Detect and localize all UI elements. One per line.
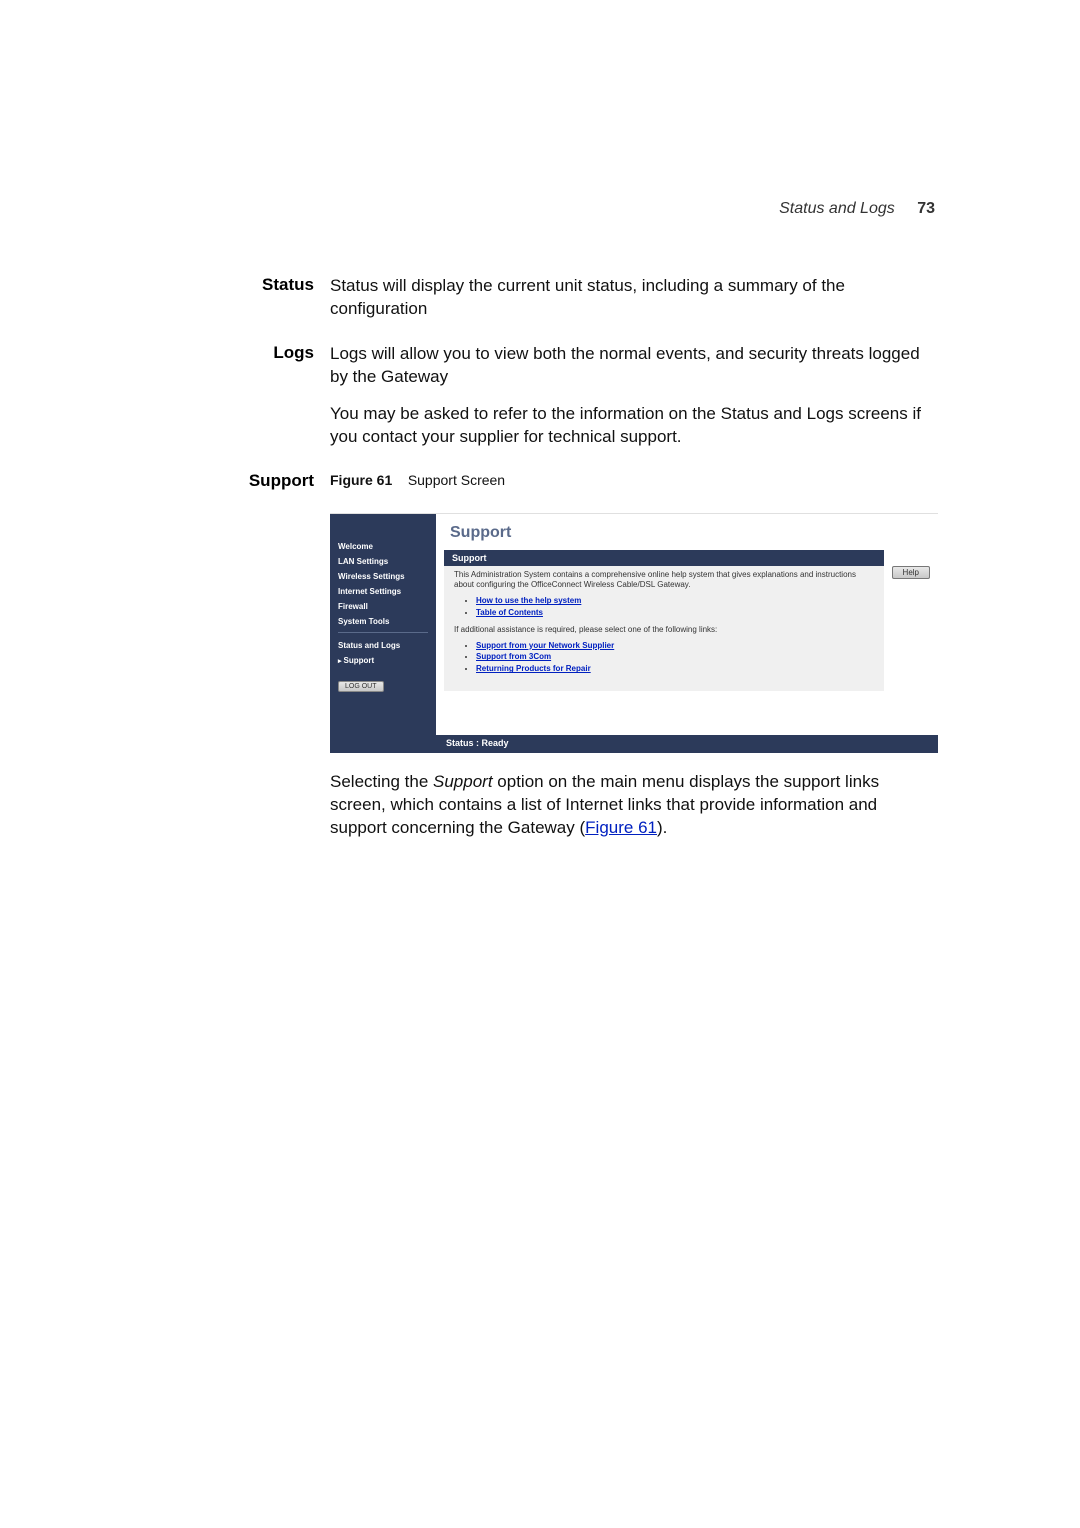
support-label: Support bbox=[248, 471, 330, 491]
figure-61-link[interactable]: Figure 61 bbox=[585, 818, 657, 837]
nav-status-and-logs[interactable]: Status and Logs bbox=[338, 641, 428, 650]
nav-internet-settings[interactable]: Internet Settings bbox=[338, 587, 428, 596]
support-screen: Welcome LAN Settings Wireless Settings I… bbox=[330, 513, 938, 753]
screenshot-sidebar: Welcome LAN Settings Wireless Settings I… bbox=[330, 514, 436, 736]
help-button[interactable]: Help bbox=[892, 566, 930, 579]
running-title: Status and Logs bbox=[779, 200, 895, 217]
logout-button[interactable]: LOG OUT bbox=[338, 681, 384, 692]
logs-text-1: Logs will allow you to view both the nor… bbox=[330, 343, 938, 389]
panel-mid: If additional assistance is required, pl… bbox=[454, 625, 874, 636]
figure-title: Support Screen bbox=[408, 472, 505, 488]
screenshot-main: Support Support This Administration Syst… bbox=[436, 514, 938, 736]
help-links-list: How to use the help system Table of Cont… bbox=[476, 596, 874, 619]
page-number: 73 bbox=[917, 200, 935, 217]
nav-lan-settings[interactable]: LAN Settings bbox=[338, 557, 428, 566]
link-table-of-contents[interactable]: Table of Contents bbox=[476, 608, 543, 617]
running-header: Status and Logs 73 bbox=[779, 200, 935, 218]
figure-label: Figure 61 bbox=[330, 472, 392, 488]
nav-welcome[interactable]: Welcome bbox=[338, 542, 428, 551]
statusbar: Status : Ready bbox=[436, 735, 938, 753]
status-label: Status bbox=[248, 275, 330, 321]
panel-header: Support bbox=[444, 550, 884, 566]
section-support: Support Figure 61 Support Screen bbox=[248, 471, 938, 491]
figure-61-screenshot: Welcome LAN Settings Wireless Settings I… bbox=[330, 513, 938, 753]
link-network-supplier[interactable]: Support from your Network Supplier bbox=[476, 641, 614, 650]
panel-body: This Administration System contains a co… bbox=[444, 566, 884, 691]
section-status: Status Status will display the current u… bbox=[248, 275, 938, 321]
status-text: Status will display the current unit sta… bbox=[330, 275, 938, 321]
link-returning-products[interactable]: Returning Products for Repair bbox=[476, 664, 591, 673]
figure-caption: Figure 61 Support Screen bbox=[330, 471, 938, 490]
support-word-italic: Support bbox=[433, 772, 493, 791]
support-description-row: Selecting the Support option on the main… bbox=[248, 771, 938, 840]
nav-divider bbox=[338, 632, 428, 633]
nav-firewall[interactable]: Firewall bbox=[338, 602, 428, 611]
support-description: Selecting the Support option on the main… bbox=[330, 771, 938, 840]
logs-text-2: You may be asked to refer to the informa… bbox=[330, 403, 938, 449]
nav-support[interactable]: Support bbox=[338, 656, 428, 665]
link-how-to-use-help[interactable]: How to use the help system bbox=[476, 596, 581, 605]
screenshot-title: Support bbox=[436, 514, 938, 550]
nav-system-tools[interactable]: System Tools bbox=[338, 617, 428, 626]
logs-label: Logs bbox=[248, 343, 330, 449]
support-panel: Support This Administration System conta… bbox=[436, 550, 938, 691]
panel-intro: This Administration System contains a co… bbox=[454, 570, 874, 592]
sidebar-bottom-strip bbox=[330, 735, 436, 753]
nav-wireless-settings[interactable]: Wireless Settings bbox=[338, 572, 428, 581]
support-links-list: Support from your Network Supplier Suppo… bbox=[476, 641, 874, 675]
section-logs: Logs Logs will allow you to view both th… bbox=[248, 343, 938, 449]
link-3com[interactable]: Support from 3Com bbox=[476, 652, 551, 661]
